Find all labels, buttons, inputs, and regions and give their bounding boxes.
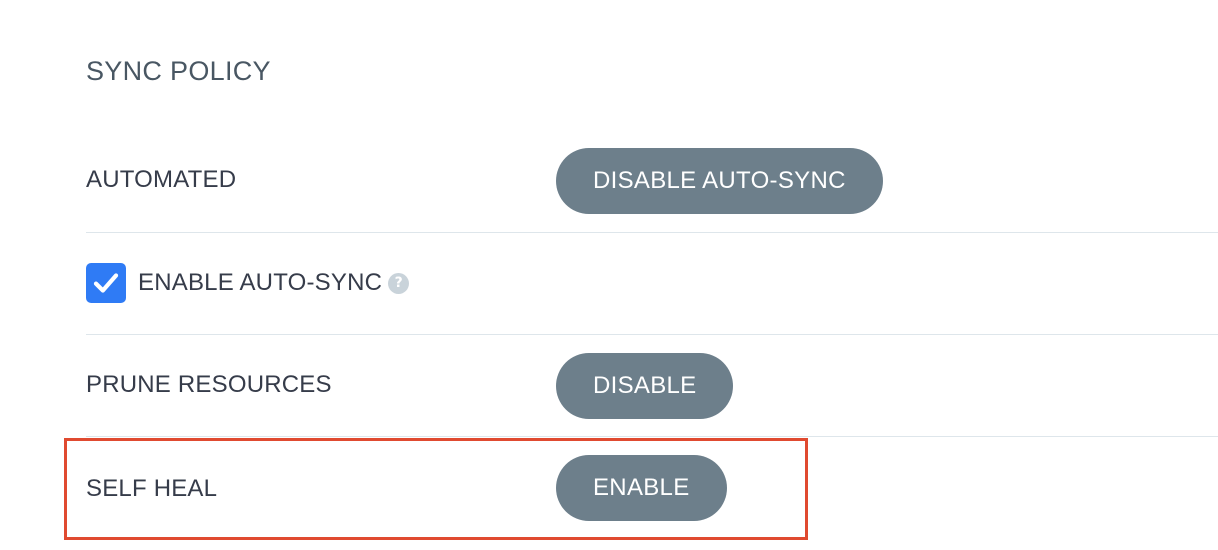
- automated-row: AUTOMATED DISABLE AUTO-SYNC: [86, 130, 1218, 232]
- automated-label: AUTOMATED: [86, 166, 237, 193]
- disable-prune-button[interactable]: DISABLE: [556, 353, 734, 419]
- enable-auto-sync-field: ENABLE AUTO-SYNC ?: [86, 263, 410, 303]
- prune-resources-row: PRUNE RESOURCES DISABLE: [86, 335, 1218, 437]
- enable-self-heal-button[interactable]: ENABLE: [556, 455, 727, 521]
- section-title: SYNC POLICY: [86, 56, 271, 86]
- enable-auto-sync-checkbox[interactable]: [86, 263, 126, 303]
- prune-resources-label: PRUNE RESOURCES: [86, 371, 332, 398]
- sync-policy-panel: SYNC POLICY AUTOMATED DISABLE AUTO-SYNC …: [0, 0, 1218, 550]
- self-heal-row: SELF HEAL ENABLE: [86, 437, 1218, 539]
- enable-auto-sync-row: ENABLE AUTO-SYNC ?: [86, 233, 1218, 335]
- disable-auto-sync-button[interactable]: DISABLE AUTO-SYNC: [556, 148, 883, 214]
- checkmark-icon: [93, 273, 119, 293]
- enable-auto-sync-label: ENABLE AUTO-SYNC: [138, 269, 383, 296]
- self-heal-label: SELF HEAL: [86, 475, 218, 502]
- help-icon[interactable]: ?: [388, 272, 410, 294]
